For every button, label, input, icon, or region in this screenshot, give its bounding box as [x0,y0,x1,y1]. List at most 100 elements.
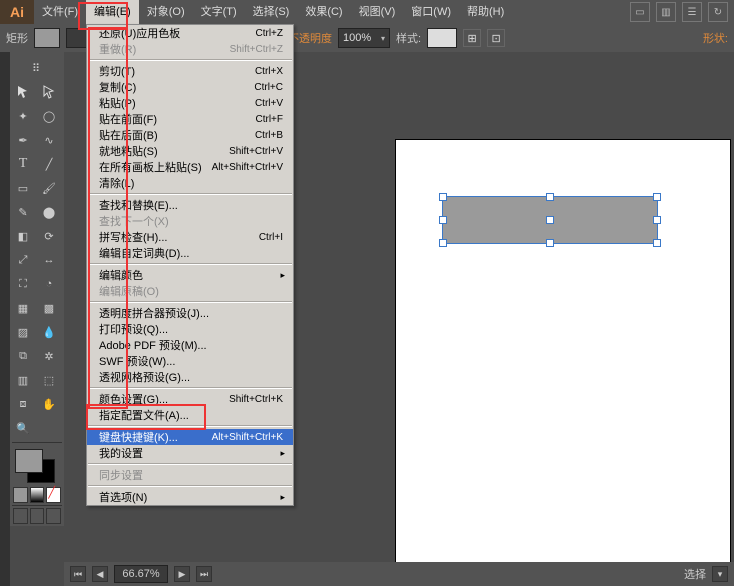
pen-tool[interactable]: ✒ [11,129,35,151]
screen-mode-full[interactable] [30,508,45,524]
selection-handle[interactable] [653,216,661,224]
last-artboard-button[interactable]: ⏭ [196,566,212,582]
selection-handle[interactable] [439,239,447,247]
hand-tool[interactable]: ✋ [37,393,61,415]
paintbrush-tool[interactable]: 🖌 [37,177,61,199]
menu-item[interactable]: Adobe PDF 预设(M)... [87,337,293,353]
screen-mode-presentation[interactable] [46,508,61,524]
symbol-sprayer-tool[interactable]: ✲ [37,345,61,367]
menu-item[interactable]: 剪切(T)Ctrl+X [87,63,293,79]
toolbox: ⠿ ✦ ◯ ✒ ∿ T ╱ ▭ 🖌 ✎ ⬤ ◧ ⟳ ⤢ ↔ ⛶ ◔ ▦ ▩ ▨ … [10,52,64,526]
menu-item[interactable]: 粘贴(P)Ctrl+V [87,95,293,111]
toolbox-grip[interactable]: ⠿ [11,57,61,79]
menu-item[interactable]: SWF 预设(W)... [87,353,293,369]
selection-handle[interactable] [546,239,554,247]
fill-mode-color[interactable] [13,487,28,503]
selection-handle[interactable] [653,193,661,201]
selection-tool[interactable] [11,81,35,103]
fill-mode-none[interactable]: ╱ [46,487,61,503]
menu-item: 同步设置 [87,467,293,483]
opacity-field[interactable]: 100%▾ [338,28,390,48]
eyedropper-tool[interactable]: 💧 [37,321,61,343]
menu-item[interactable]: 就地粘贴(S)Shift+Ctrl+V [87,143,293,159]
width-tool[interactable]: ↔ [37,249,61,271]
menu-item[interactable]: 拼写检查(H)...Ctrl+I [87,229,293,245]
chevron-down-icon: ▾ [381,34,385,43]
submenu-arrow-icon: ▸ [280,492,285,503]
lasso-tool[interactable]: ◯ [37,105,61,127]
align-icon[interactable]: ⊞ [463,29,481,47]
prev-artboard-button[interactable]: ◀ [92,566,108,582]
menu-item[interactable]: 编辑自定词典(D)... [87,245,293,261]
menu-窗口[interactable]: 窗口(W) [403,0,459,24]
blend-tool[interactable]: ⧉ [11,345,35,367]
menu-item[interactable]: 透视网格预设(G)... [87,369,293,385]
style-label: 样式: [396,30,421,46]
magic-wand-tool[interactable]: ✦ [11,105,35,127]
blob-brush-tool[interactable]: ⬤ [37,201,61,223]
menu-视图[interactable]: 视图(V) [351,0,404,24]
menu-帮助[interactable]: 帮助(H) [459,0,512,24]
menu-item[interactable]: 颜色设置(G)...Shift+Ctrl+K [87,391,293,407]
rotate-tool[interactable]: ⟳ [37,225,61,247]
arrange-icon[interactable]: ▥ [656,2,676,22]
menu-item[interactable]: 编辑颜色▸ [87,267,293,283]
menu-item[interactable]: 贴在前面(F)Ctrl+F [87,111,293,127]
line-tool[interactable]: ╱ [37,153,61,175]
direct-selection-tool[interactable] [37,81,61,103]
free-transform-tool[interactable]: ⛶ [11,273,35,295]
scale-tool[interactable]: ⤢ [11,249,35,271]
gradient-tool[interactable]: ▨ [11,321,35,343]
fill-stroke-swatches[interactable] [13,447,61,483]
zoom-tool[interactable]: 🔍 [11,417,35,439]
zoom-field[interactable]: 66.67% [114,565,168,583]
type-tool[interactable]: T [11,153,35,175]
menu-编辑[interactable]: 编辑(E) [86,0,139,24]
style-swatch[interactable] [427,28,457,48]
menu-item[interactable]: 我的设置▸ [87,445,293,461]
menu-对象[interactable]: 对象(O) [139,0,193,24]
fill-swatch[interactable] [34,28,60,48]
artboard-tool[interactable]: ⬚ [37,369,61,391]
fill-mode-gradient[interactable] [30,487,45,503]
next-artboard-button[interactable]: ▶ [174,566,190,582]
selection-handle[interactable] [546,216,554,224]
menu-item[interactable]: 在所有画板上粘贴(S)Alt+Shift+Ctrl+V [87,159,293,175]
menu-item[interactable]: 复制(C)Ctrl+C [87,79,293,95]
first-artboard-button[interactable]: ⏮ [70,566,86,582]
menu-item[interactable]: 贴在后面(B)Ctrl+B [87,127,293,143]
pencil-tool[interactable]: ✎ [11,201,35,223]
perspective-tool[interactable]: ▦ [11,297,35,319]
menu-item[interactable]: 还原(U)应用色板Ctrl+Z [87,25,293,41]
rectangle-tool[interactable]: ▭ [11,177,35,199]
menu-效果[interactable]: 效果(C) [297,0,350,24]
screen-mode-normal[interactable] [13,508,28,524]
slice-tool[interactable]: ⧈ [11,393,35,415]
shape-builder-tool[interactable]: ◔ [37,273,61,295]
extra-tool[interactable] [37,417,61,439]
status-dropdown[interactable]: ▾ [712,566,728,582]
transform-icon[interactable]: ⊡ [487,29,505,47]
menu-item[interactable]: 清除(L) [87,175,293,191]
menu-选择[interactable]: 选择(S) [245,0,298,24]
menu-文字[interactable]: 文字(T) [193,0,245,24]
column-graph-tool[interactable]: ▥ [11,369,35,391]
layout-icon[interactable]: ▭ [630,2,650,22]
eraser-tool[interactable]: ◧ [11,225,35,247]
menu-item[interactable]: 首选项(N)▸ [87,489,293,505]
sync-icon[interactable]: ↻ [708,2,728,22]
curvature-tool[interactable]: ∿ [37,129,61,151]
selection-handle[interactable] [546,193,554,201]
menu-文件[interactable]: 文件(F) [34,0,86,24]
selection-handle[interactable] [439,216,447,224]
menu-item[interactable]: 打印预设(Q)... [87,321,293,337]
menu-item[interactable]: 键盘快捷键(K)...Alt+Shift+Ctrl+K [87,429,293,445]
menu-item[interactable]: 指定配置文件(A)... [87,407,293,423]
fill-color[interactable] [15,449,43,473]
selection-handle[interactable] [439,193,447,201]
menu-item[interactable]: 查找和替换(E)... [87,197,293,213]
menu-item[interactable]: 透明度拼合器预设(J)... [87,305,293,321]
panels-icon[interactable]: ☰ [682,2,702,22]
mesh-tool[interactable]: ▩ [37,297,61,319]
selection-handle[interactable] [653,239,661,247]
